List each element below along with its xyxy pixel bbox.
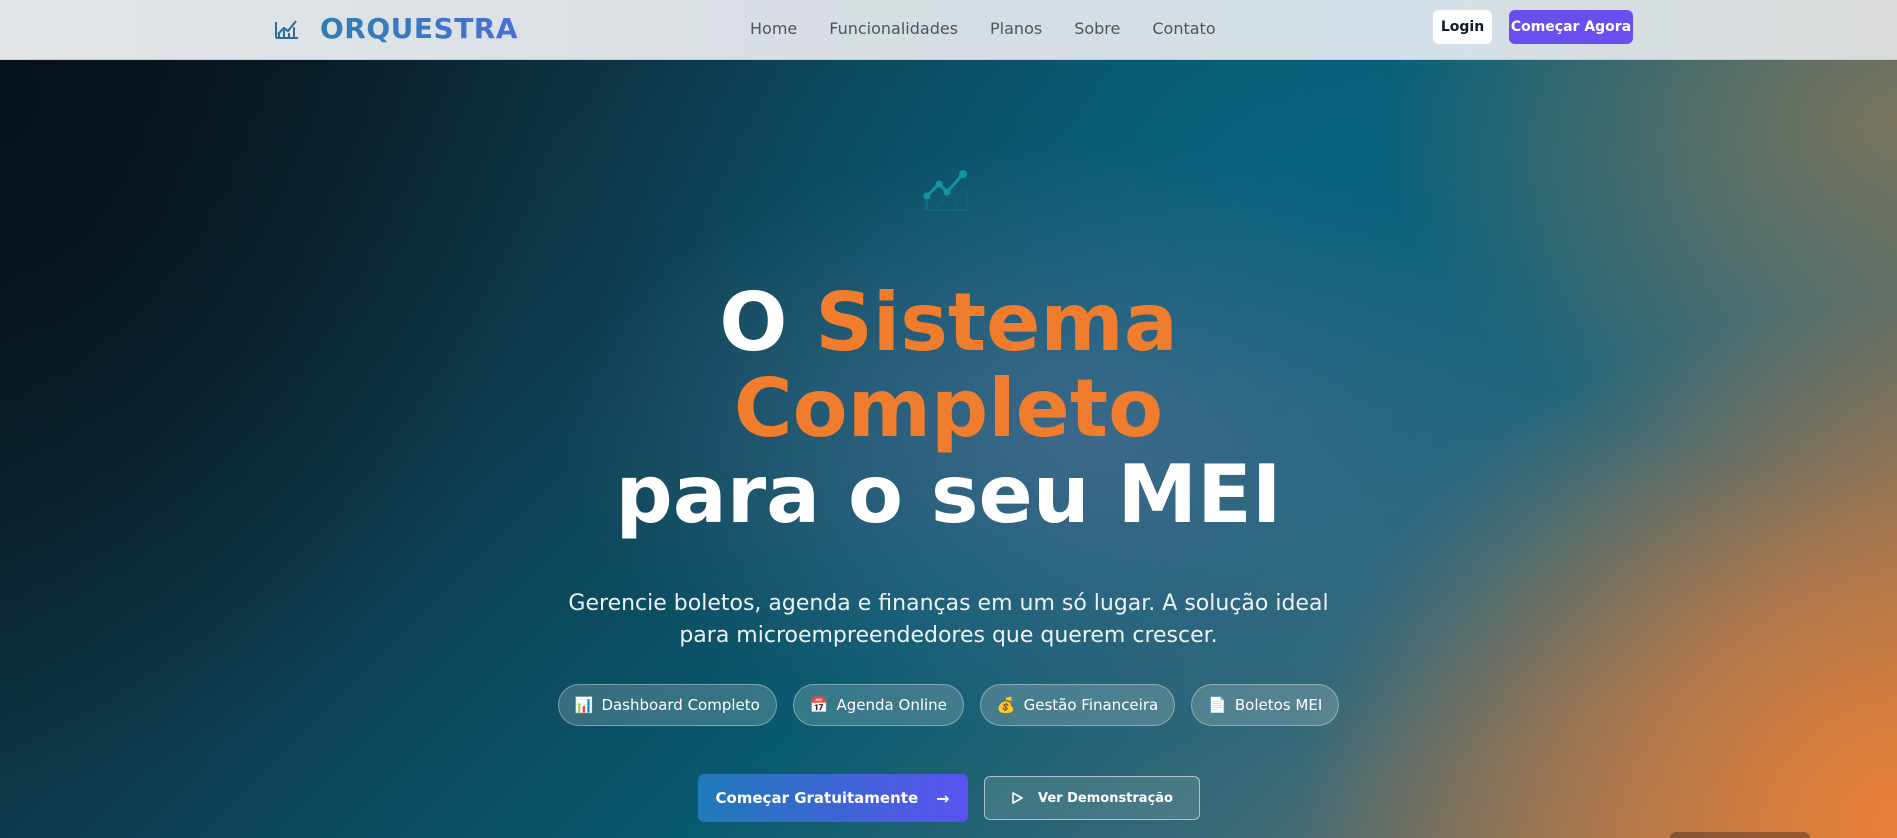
brand-name: ORQUESTRA <box>320 11 519 45</box>
hero-section: $ O Sistema Completo para o seu MEI Gere… <box>0 60 1897 838</box>
play-icon <box>1010 791 1024 805</box>
nav-link-sobre[interactable]: Sobre <box>1074 19 1120 38</box>
svg-text:$: $ <box>953 198 960 211</box>
pill-agenda[interactable]: 📅 Agenda Online <box>792 684 964 726</box>
start-free-label: Começar Gratuitamente <box>715 789 919 807</box>
nav-links: Home Funcionalidades Planos Sobre Contat… <box>750 15 1248 41</box>
hero-headline: O Sistema Completo para o seu MEI <box>0 280 1897 538</box>
nav-link-contato[interactable]: Contato <box>1152 19 1215 38</box>
headline-word-sistema: Sistema <box>815 276 1178 369</box>
pill-agenda-label: Agenda Online <box>836 696 947 714</box>
view-demo-button[interactable]: Ver Demonstração <box>983 776 1200 820</box>
nav-link-planos[interactable]: Planos <box>990 19 1042 38</box>
feature-pills: 📊 Dashboard Completo 📅 Agenda Online 💰 G… <box>0 684 1897 726</box>
money-bag-icon: 💰 <box>996 696 1016 714</box>
login-button[interactable]: Login <box>1433 10 1492 44</box>
chart-line-icon <box>274 15 302 41</box>
pill-boletos-label: Boletos MEI <box>1234 696 1323 714</box>
document-icon: 📄 <box>1208 696 1227 714</box>
nav-link-home[interactable]: Home <box>750 19 797 38</box>
headline-word-completo: Completo <box>733 362 1164 455</box>
bar-chart-icon: 📊 <box>574 696 594 714</box>
calendar-icon: 📅 <box>809 696 829 714</box>
navbar: ORQUESTRA Home Funcionalidades Planos So… <box>0 0 1897 60</box>
pill-boletos[interactable]: 📄 Boletos MEI <box>1191 684 1340 726</box>
headline-word-o: O <box>719 276 788 369</box>
arrow-right-icon: → <box>936 788 950 808</box>
decorative-shadow <box>1670 832 1810 838</box>
pill-dashboard[interactable]: 📊 Dashboard Completo <box>557 684 777 726</box>
pill-financeira[interactable]: 💰 Gestão Financeira <box>979 684 1176 726</box>
nav-link-funcionalidades[interactable]: Funcionalidades <box>829 19 958 38</box>
chart-growth-dollar-icon: $ <box>917 160 977 218</box>
start-now-button[interactable]: Começar Agora <box>1509 10 1633 44</box>
hero-subtitle-line-2: para microempreendedores que querem cres… <box>679 623 1218 648</box>
hero-subtitle-line-1: Gerencie boletos, agenda e finanças em u… <box>568 591 1329 616</box>
pill-dashboard-label: Dashboard Completo <box>601 696 760 714</box>
brand-logo[interactable]: ORQUESTRA <box>274 10 518 46</box>
view-demo-label: Ver Demonstração <box>1038 790 1173 806</box>
pill-financeira-label: Gestão Financeira <box>1023 696 1159 714</box>
hero-subtitle: Gerencie boletos, agenda e finanças em u… <box>560 588 1337 652</box>
headline-line-mei: para o seu MEI <box>615 448 1282 541</box>
hero-ctas: Começar Gratuitamente → Ver Demonstração <box>0 774 1897 822</box>
start-free-button[interactable]: Começar Gratuitamente → <box>697 774 968 822</box>
